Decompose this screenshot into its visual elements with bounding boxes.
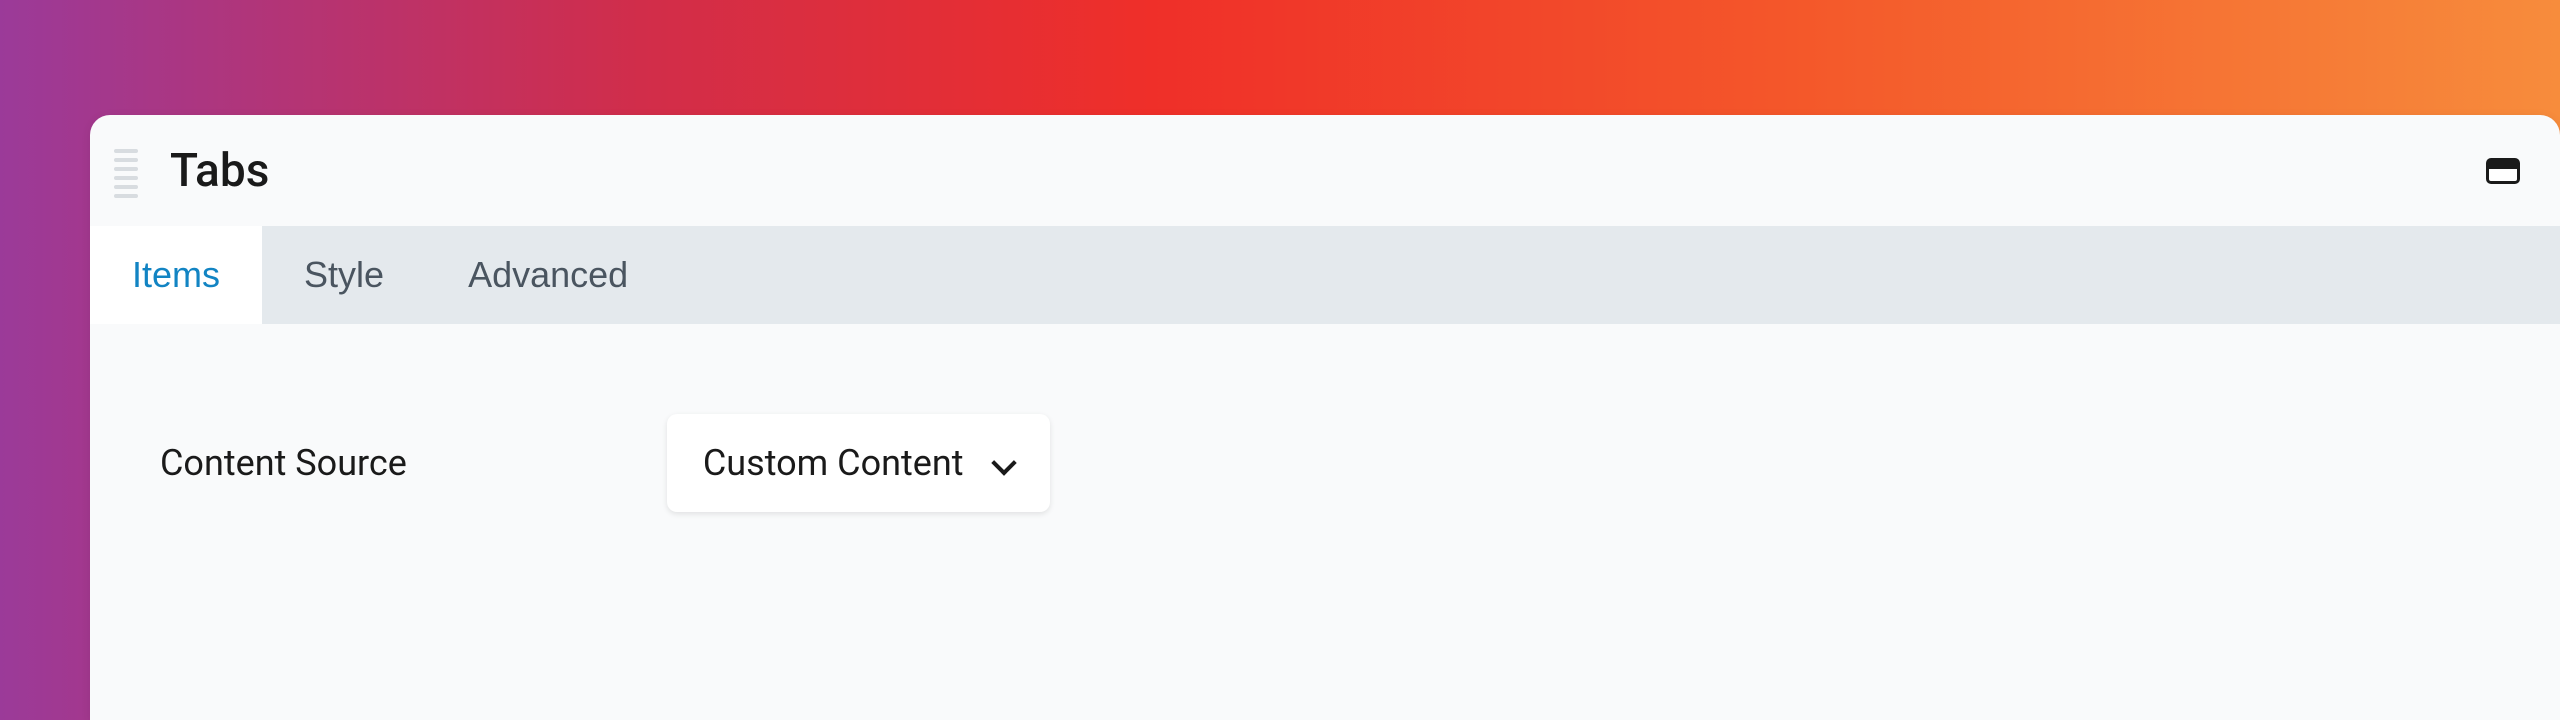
content-source-select[interactable]: Custom Content [667, 414, 1050, 512]
tabs-widget-panel: Tabs Items Style Advanced Content Source… [90, 115, 2560, 720]
panel-title: Tabs [170, 144, 2486, 198]
content-source-value: Custom Content [703, 442, 964, 484]
content-source-label: Content Source [160, 442, 407, 484]
tab-style[interactable]: Style [262, 226, 426, 324]
drag-handle-icon[interactable] [114, 149, 138, 198]
panel-header: Tabs [90, 115, 2560, 226]
window-icon[interactable] [2486, 158, 2520, 184]
content-area: Content Source Custom Content [90, 324, 2560, 602]
chevron-down-icon [992, 452, 1014, 474]
tab-advanced[interactable]: Advanced [426, 226, 670, 324]
gradient-background: Tabs Items Style Advanced Content Source… [0, 0, 2560, 720]
tabs-bar: Items Style Advanced [90, 226, 2560, 324]
tab-items[interactable]: Items [90, 226, 262, 324]
